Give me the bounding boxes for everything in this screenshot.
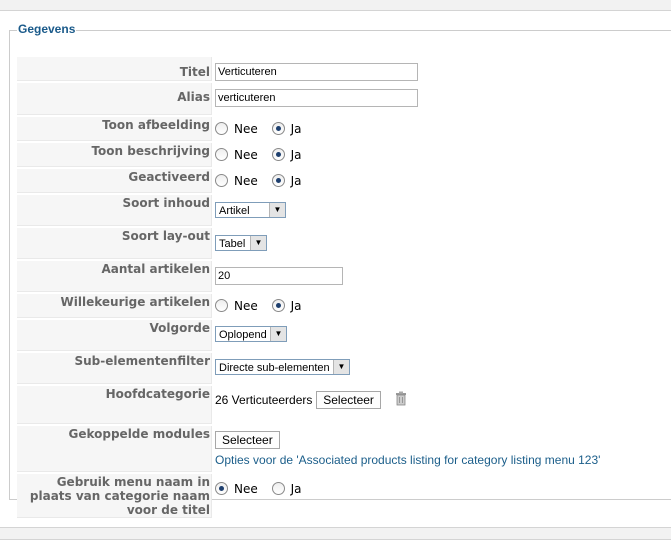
radio-label-nee: Nee bbox=[234, 482, 258, 496]
chevron-down-icon: ▼ bbox=[333, 360, 349, 374]
label-toon-beschrijving: Toon beschrijving bbox=[17, 143, 212, 167]
row-willekeurige: Willekeurige artikelen Nee Ja bbox=[17, 294, 671, 318]
row-hoofdcategorie: Hoofdcategorie 26 Verticuteerders Select… bbox=[17, 386, 671, 424]
row-modules: Gekoppelde modules Selecteer Opties voor… bbox=[17, 426, 671, 472]
geactiveerd-ja-radio[interactable] bbox=[271, 174, 285, 187]
row-toon-afbeelding: Toon afbeelding Nee Ja bbox=[17, 117, 671, 141]
hoofdcategorie-value: 26 Verticuteerders bbox=[215, 393, 313, 407]
row-geactiveerd: Geactiveerd Nee Ja bbox=[17, 169, 671, 193]
label-hoofdcategorie: Hoofdcategorie bbox=[17, 386, 212, 424]
toon-afbeelding-nee-radio[interactable] bbox=[215, 122, 228, 135]
toon-beschrijving-ja-radio[interactable] bbox=[271, 148, 285, 161]
radio-label-nee: Nee bbox=[234, 299, 258, 313]
titel-input[interactable] bbox=[215, 63, 418, 81]
radio-label-nee: Nee bbox=[234, 174, 258, 188]
row-soort-inhoud: Soort inhoud Artikel ▼ bbox=[17, 195, 671, 226]
alias-input[interactable] bbox=[215, 89, 418, 107]
toon-beschrijving-nee-radio[interactable] bbox=[215, 148, 228, 161]
select-value: Oplopend bbox=[219, 329, 267, 341]
label-menu-naam: Gebruik menu naam in plaats van categori… bbox=[17, 474, 212, 518]
modules-select-button[interactable]: Selecteer bbox=[215, 431, 280, 449]
willekeurige-nee-radio[interactable] bbox=[215, 299, 228, 312]
label-subfilter: Sub-elementenfilter bbox=[17, 353, 212, 384]
modules-options-link[interactable]: Opties voor de 'Associated products list… bbox=[215, 453, 600, 467]
chevron-down-icon: ▼ bbox=[270, 327, 286, 341]
aantal-artikelen-input[interactable] bbox=[215, 267, 343, 285]
label-geactiveerd: Geactiveerd bbox=[17, 169, 212, 193]
row-titel: Titel bbox=[17, 57, 671, 81]
soort-inhoud-select[interactable]: Artikel ▼ bbox=[215, 202, 286, 218]
chevron-down-icon: ▼ bbox=[250, 236, 266, 250]
menu-naam-ja-radio[interactable] bbox=[271, 482, 285, 495]
label-willekeurige: Willekeurige artikelen bbox=[17, 294, 212, 318]
fieldset-legend: Gegevens bbox=[17, 22, 77, 36]
hoofdcategorie-select-button[interactable]: Selecteer bbox=[316, 391, 381, 409]
row-alias: Alias bbox=[17, 83, 671, 115]
radio-label-ja: Ja bbox=[290, 174, 302, 188]
label-toon-afbeelding: Toon afbeelding bbox=[17, 117, 212, 141]
label-aantal-artikelen: Aantal artikelen bbox=[17, 261, 212, 292]
subfilter-select[interactable]: Directe sub-elementen ▼ bbox=[215, 359, 350, 375]
select-value: Artikel bbox=[219, 205, 250, 217]
row-volgorde: Volgorde Oplopend ▼ bbox=[17, 320, 671, 351]
select-value: Directe sub-elementen bbox=[219, 362, 330, 374]
label-volgorde: Volgorde bbox=[17, 320, 212, 351]
menu-naam-nee-radio[interactable] bbox=[215, 482, 228, 495]
volgorde-select[interactable]: Oplopend ▼ bbox=[215, 326, 287, 342]
chevron-down-icon: ▼ bbox=[269, 203, 285, 217]
select-value: Tabel bbox=[219, 238, 246, 250]
form-table: Titel Alias Toon afbeelding Nee Ja Toon … bbox=[17, 55, 671, 520]
label-alias: Alias bbox=[17, 83, 212, 115]
radio-label-ja: Ja bbox=[290, 299, 302, 313]
willekeurige-ja-radio[interactable] bbox=[271, 299, 285, 312]
radio-label-nee: Nee bbox=[234, 122, 258, 136]
label-modules: Gekoppelde modules bbox=[17, 426, 212, 472]
label-soort-inhoud: Soort inhoud bbox=[17, 195, 212, 226]
row-menu-naam: Gebruik menu naam in plaats van categori… bbox=[17, 474, 671, 518]
gegevens-fieldset: Gegevens Titel Alias Toon afbeelding Nee… bbox=[9, 22, 671, 518]
toon-afbeelding-ja-radio[interactable] bbox=[271, 122, 285, 135]
label-soort-layout: Soort lay-out bbox=[17, 228, 212, 259]
radio-label-ja: Ja bbox=[290, 148, 302, 162]
label-titel: Titel bbox=[17, 57, 212, 81]
row-toon-beschrijving: Toon beschrijving Nee Ja bbox=[17, 143, 671, 167]
trash-icon[interactable] bbox=[395, 391, 407, 406]
radio-label-nee: Nee bbox=[234, 148, 258, 162]
row-aantal-artikelen: Aantal artikelen bbox=[17, 261, 671, 292]
radio-label-ja: Ja bbox=[290, 122, 302, 136]
row-soort-layout: Soort lay-out Tabel ▼ bbox=[17, 228, 671, 259]
radio-label-ja: Ja bbox=[290, 482, 302, 496]
row-subfilter: Sub-elementenfilter Directe sub-elemente… bbox=[17, 353, 671, 384]
geactiveerd-nee-radio[interactable] bbox=[215, 174, 228, 187]
soort-layout-select[interactable]: Tabel ▼ bbox=[215, 235, 267, 251]
